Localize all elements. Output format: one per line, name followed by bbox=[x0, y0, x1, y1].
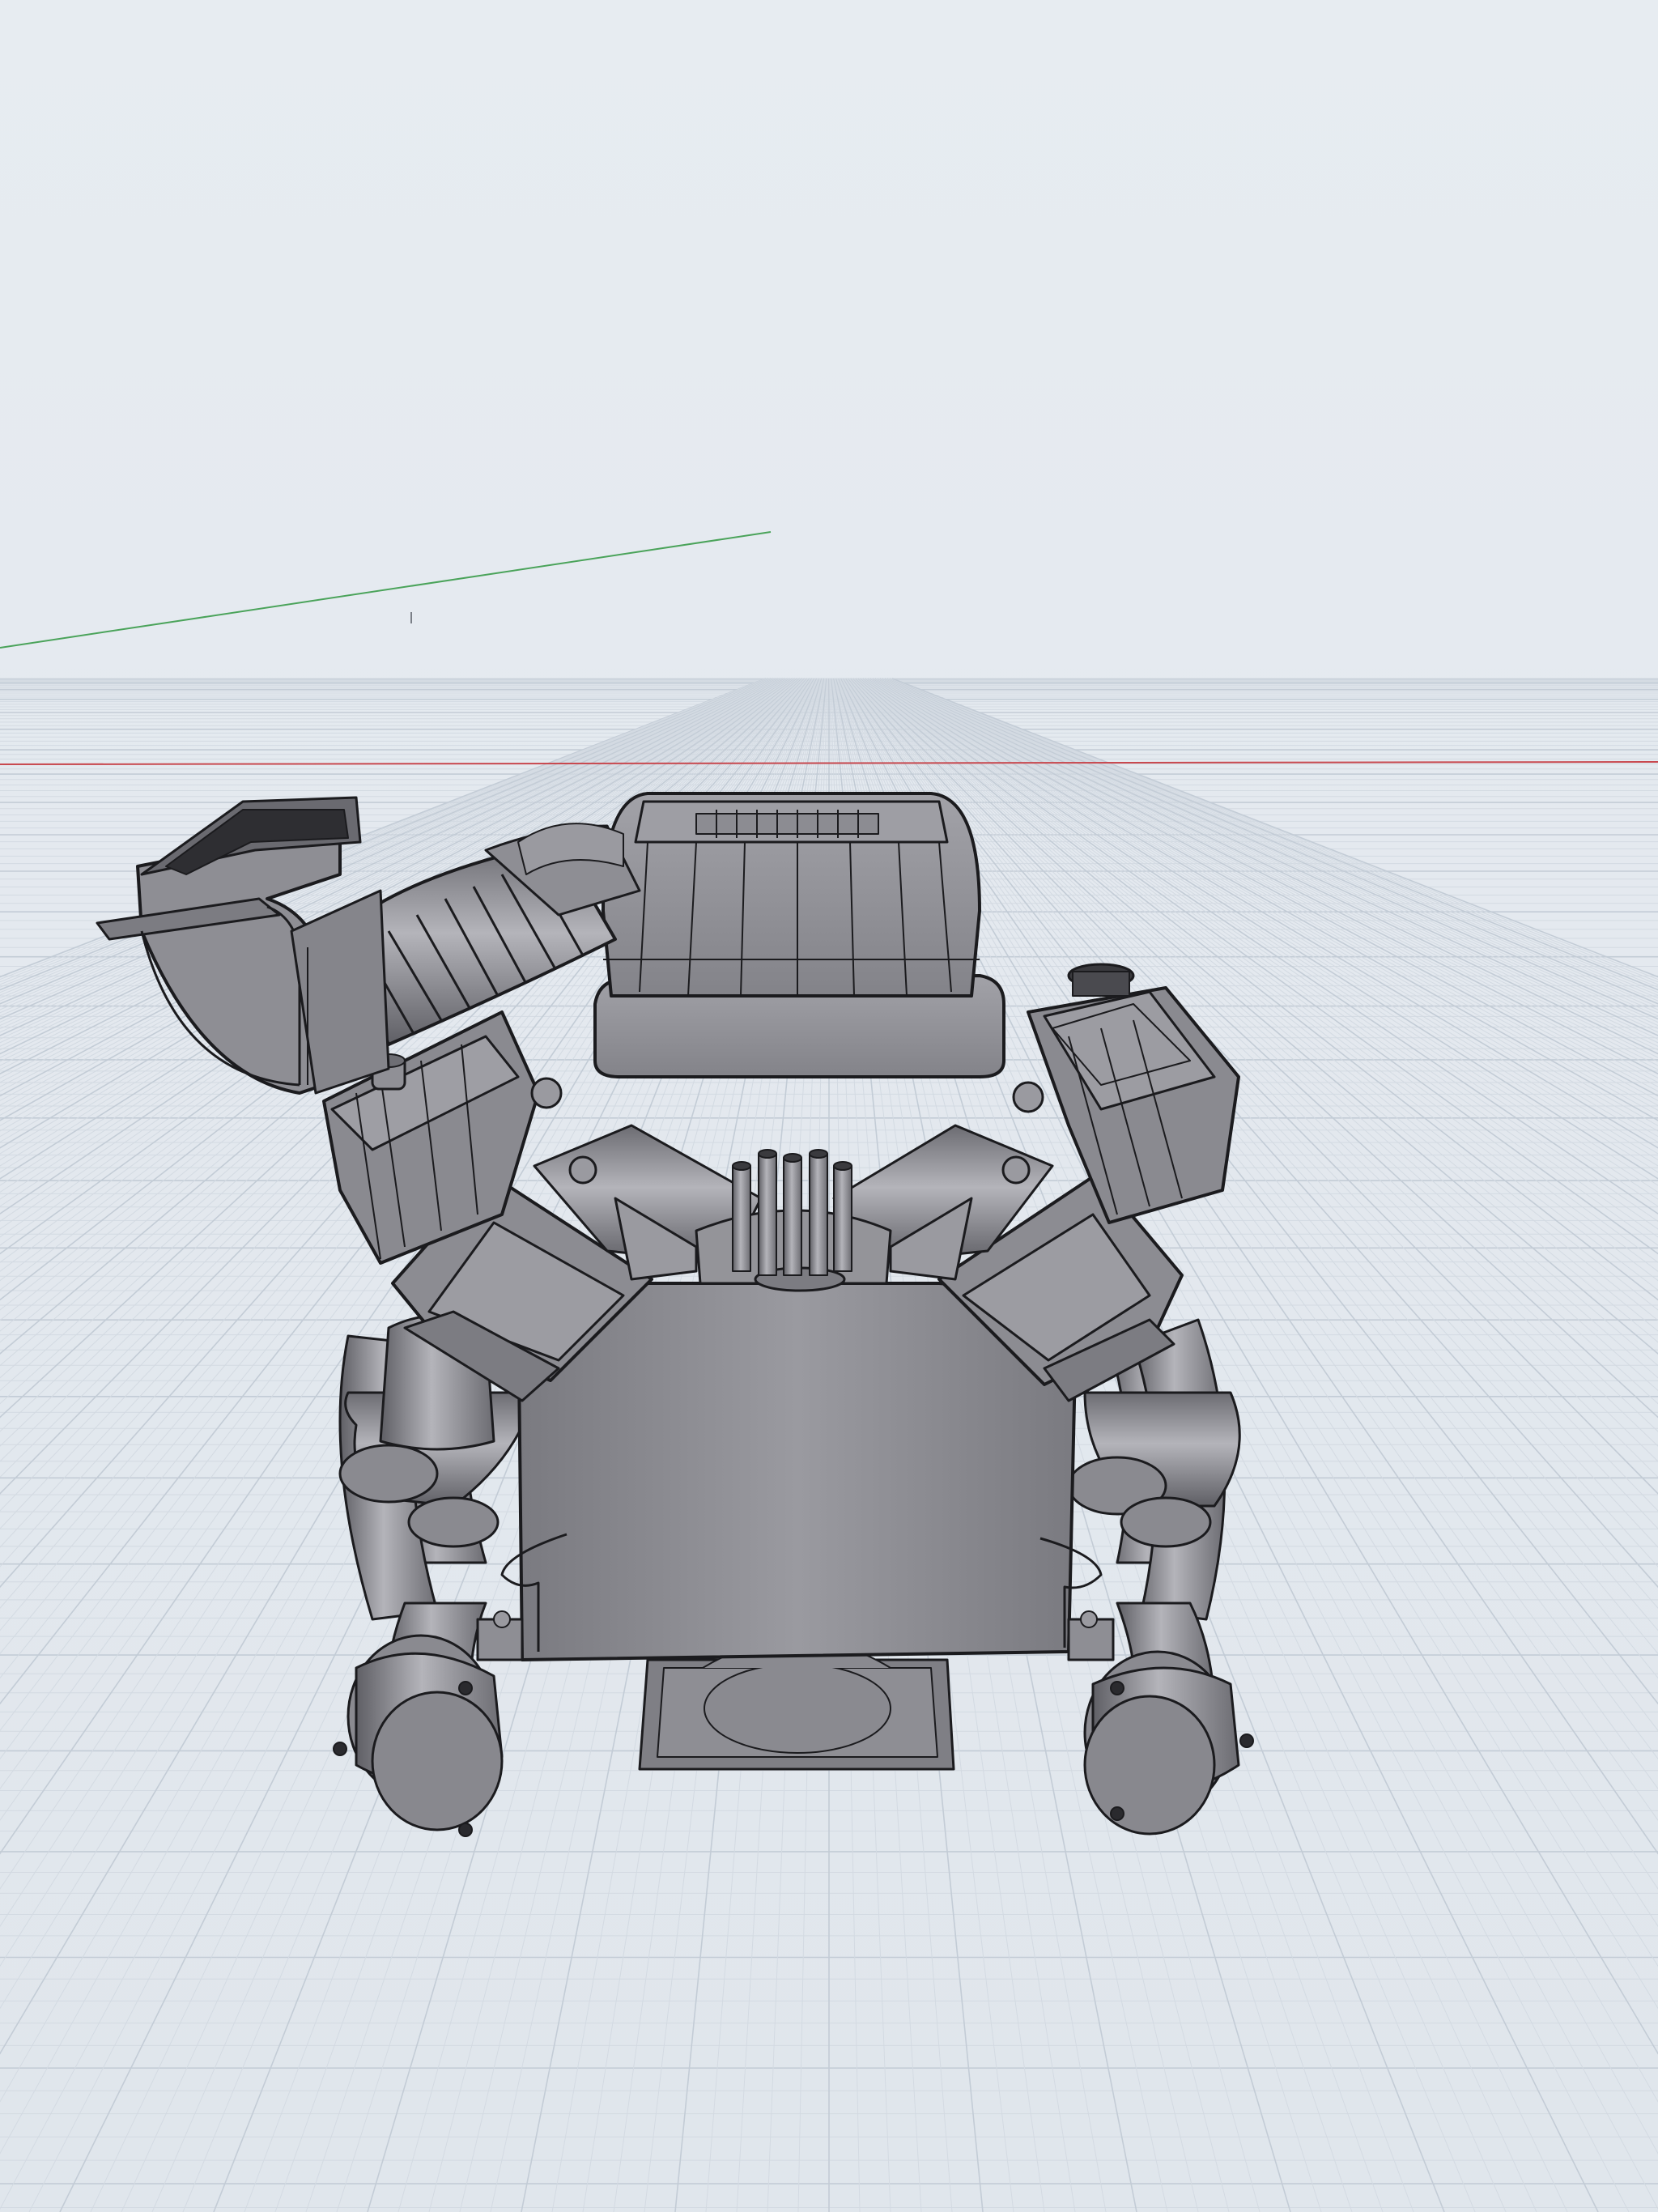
air-box[interactable] bbox=[593, 792, 1005, 1078]
exhaust-collector-left[interactable] bbox=[333, 1634, 504, 1837]
3d-viewport[interactable] bbox=[0, 0, 1658, 2212]
distributor[interactable] bbox=[732, 1149, 852, 1292]
exhaust-collector-right[interactable] bbox=[1083, 1650, 1254, 1836]
y-axis-line bbox=[0, 531, 772, 649]
scene-canvas[interactable] bbox=[0, 0, 1658, 2212]
oil-sump[interactable] bbox=[638, 1639, 955, 1771]
valve-cover-right[interactable] bbox=[1027, 963, 1240, 1224]
